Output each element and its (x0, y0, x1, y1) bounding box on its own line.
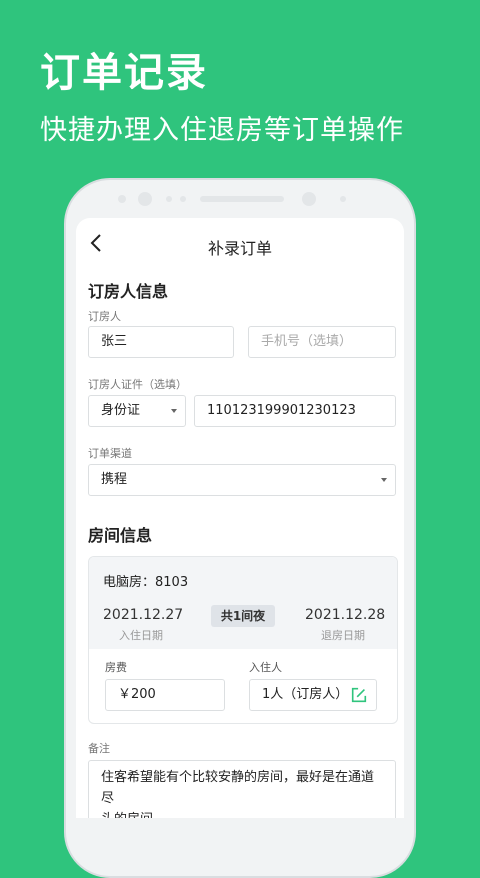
app-screen: 补录订单 订房人信息 订房人 张三 手机号（选填） 订房人证件（选填） 身份证 … (76, 218, 404, 818)
guest-field[interactable]: 1人（订房人） (249, 679, 377, 711)
id-label: 订房人证件（选填） (88, 378, 187, 391)
channel-select[interactable]: 携程 (88, 464, 396, 496)
room-section-title: 房间信息 (88, 526, 153, 545)
promo-subtitle: 快捷办理入住退房等订单操作 (40, 115, 404, 146)
id-number-input[interactable]: 110123199901230123 (194, 395, 396, 427)
phone-input[interactable]: 手机号（选填） (248, 326, 396, 358)
room-name: 电脑房：8103 (103, 575, 189, 590)
nights-badge: 共1间夜 (211, 605, 275, 627)
nav-bar: 补录订单 (76, 218, 404, 270)
sensor-dot (166, 196, 172, 202)
checkout-date: 2021.12.28 (305, 607, 386, 623)
page-title: 补录订单 (207, 239, 272, 258)
camera-lens (138, 192, 152, 206)
phone-top-bar (66, 180, 414, 218)
dropdown-caret-icon (171, 409, 177, 413)
booker-name-input[interactable]: 张三 (88, 326, 234, 358)
promo-title: 订单记录 (40, 50, 208, 96)
sensor-dot (180, 196, 186, 202)
checkout-label: 退房日期 (321, 629, 365, 642)
sensor-dot (340, 196, 346, 202)
booker-section-title: 订房人信息 (88, 282, 169, 301)
booker-name-label: 订房人 (88, 310, 121, 323)
dropdown-caret-icon (381, 478, 387, 482)
edit-icon[interactable] (350, 686, 368, 704)
remark-textarea[interactable]: 住客希望能有个比较安静的房间，最好是在通道尽 头的房间 (88, 760, 396, 818)
phone-frame: 补录订单 订房人信息 订房人 张三 手机号（选填） 订房人证件（选填） 身份证 … (64, 178, 416, 878)
remark-line-2: 头的房间 (101, 809, 383, 818)
room-card: 电脑房：8103 2021.12.27 入住日期 共1间夜 2021.12.28… (88, 556, 398, 724)
channel-label: 订单渠道 (88, 447, 132, 460)
guest-label: 入住人 (249, 661, 282, 674)
channel-value: 携程 (101, 472, 128, 487)
checkin-date: 2021.12.27 (103, 607, 184, 623)
fee-label: 房费 (105, 661, 127, 674)
guest-value: 1人（订房人） (262, 687, 349, 702)
id-type-value: 身份证 (101, 403, 141, 418)
id-type-select[interactable]: 身份证 (88, 395, 186, 427)
fee-input[interactable]: ￥200 (105, 679, 225, 711)
checkin-label: 入住日期 (119, 629, 163, 642)
remark-line-1: 住客希望能有个比较安静的房间，最好是在通道尽 (101, 770, 375, 806)
sensor-dot (118, 195, 126, 203)
remark-label: 备注 (88, 742, 110, 755)
camera-lens (302, 192, 316, 206)
speaker-grille (200, 196, 284, 202)
